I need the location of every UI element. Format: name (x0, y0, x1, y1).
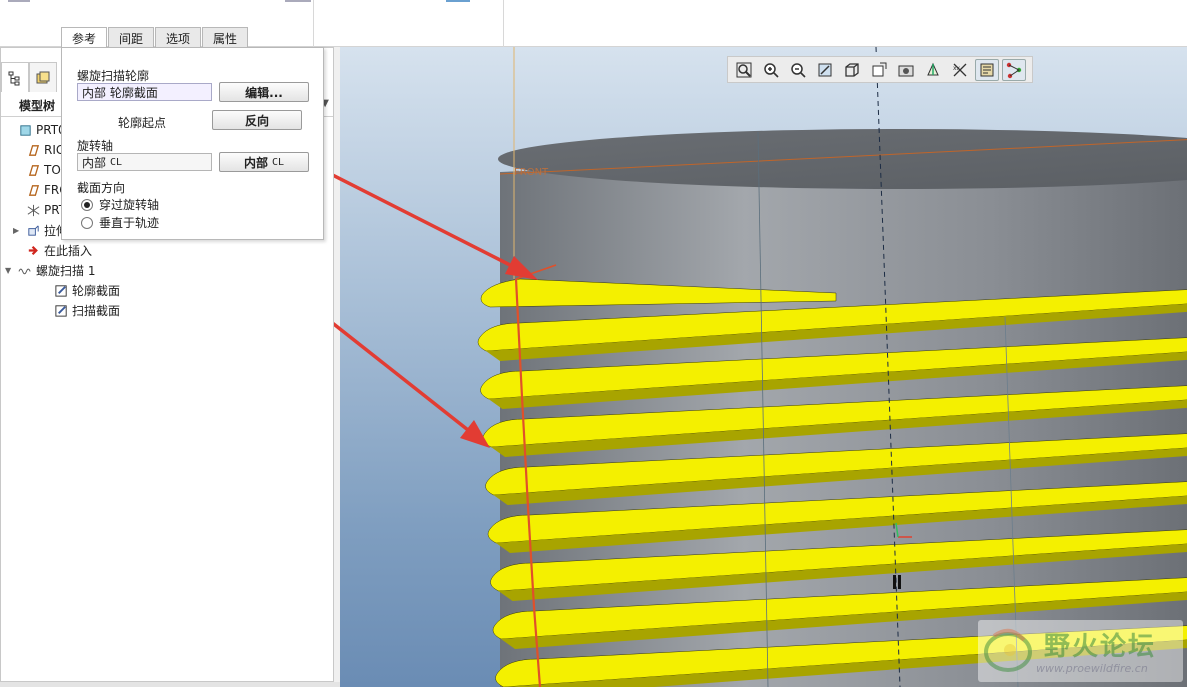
tree-item[interactable]: TOI (13, 160, 64, 180)
tree-item[interactable]: 在此插入 (13, 240, 92, 260)
saved-views-button[interactable] (867, 59, 891, 81)
radio-through-axis-label: 穿过旋转轴 (99, 198, 160, 212)
internal-axis-button-label: 内部 (243, 155, 268, 170)
ribbon-separator (503, 0, 504, 47)
graphics-viewport[interactable]: FRONT (340, 47, 1187, 687)
zoom-out-button[interactable] (786, 59, 810, 81)
spin-center-button[interactable] (1002, 58, 1026, 81)
datum-plane-icon (25, 162, 41, 178)
tree-item[interactable]: ▶ 拉伸 (13, 220, 68, 240)
axis-tag-mark (893, 575, 896, 589)
refit-icon (736, 62, 752, 77)
annotation-display-icon (980, 63, 994, 76)
view-manager-icon (898, 65, 914, 76)
tab-properties[interactable]: 属性 (202, 27, 249, 48)
refit-button[interactable] (732, 59, 756, 81)
ribbon-stub (8, 0, 30, 2)
view-toolbar: xx (727, 56, 1033, 83)
tab-model-tree[interactable] (1, 62, 29, 92)
csys-icon (25, 202, 41, 218)
axis-label: 旋转轴 (77, 139, 114, 153)
tree-item[interactable]: RIG (13, 140, 65, 160)
perspective-button[interactable] (921, 59, 945, 81)
radio-button[interactable] (81, 216, 93, 229)
datum-display-icon: xx (953, 63, 967, 76)
display-style-button[interactable] (840, 59, 864, 81)
ribbon-separator (313, 0, 314, 47)
internal-axis-button-code: CL (271, 156, 285, 168)
model-tree-title: 模型树 (19, 99, 56, 113)
extrude-icon (25, 222, 41, 238)
view-manager-button[interactable] (894, 59, 918, 81)
helical-sweep-icon (17, 262, 33, 278)
status-bar (0, 682, 340, 687)
ribbon-stub (446, 0, 470, 2)
dashboard-tabs: 参考 间距 选项 属性 (61, 27, 249, 49)
tab-references[interactable]: 参考 (61, 27, 108, 49)
axis-tag-mark (898, 575, 901, 589)
ribbon-stub (285, 0, 311, 2)
edit-button[interactable]: 编辑... (219, 82, 309, 102)
profile-label: 螺旋扫描轮廓 (77, 69, 150, 83)
saved-views-icon (872, 62, 887, 76)
tree-icon (8, 71, 20, 85)
internal-axis-button[interactable]: 内部 CL (219, 152, 309, 172)
tree-item-label: 扫描截面 (72, 303, 121, 318)
datum-plane-icon (25, 182, 41, 198)
tree-item[interactable]: 轮廓截面 (41, 280, 120, 300)
watermark-logo-icon (984, 628, 1032, 672)
datum-display-button[interactable]: xx (948, 59, 972, 81)
radio-normal-to-trajectory-label: 垂直于轨迹 (99, 216, 160, 230)
tree-item[interactable]: PRT (13, 200, 66, 220)
tab-pitch[interactable]: 间距 (108, 27, 155, 48)
part-icon (17, 122, 33, 138)
front-plane-label: FRONT (514, 167, 549, 178)
tree-item-label: 轮廓截面 (72, 283, 121, 298)
spin-center-icon (1006, 62, 1022, 78)
profile-collector[interactable]: 内部 轮廓截面 (77, 83, 212, 101)
zoom-out-icon (791, 62, 806, 78)
radio-selected-dot (84, 201, 90, 208)
tab-options[interactable]: 选项 (155, 27, 202, 48)
zoom-in-icon (764, 62, 779, 78)
datum-plane-icon (25, 142, 41, 158)
axis-value: 内部 (82, 155, 107, 170)
repaint-icon (818, 63, 832, 76)
expand-arrow-icon[interactable]: ▼ (5, 266, 15, 275)
sketch-icon (53, 282, 69, 298)
references-panel: 螺旋扫描轮廓 内部 轮廓截面 编辑... 轮廓起点 反向 旋转轴 内部 CL 内部… (61, 47, 324, 240)
forum-watermark: 野火论坛 www.proewildfire.cn (978, 620, 1183, 682)
sketch-icon (53, 302, 69, 318)
start-point-label: 轮廓起点 (118, 116, 167, 130)
profile-value: 内部 轮廓截面 (82, 85, 158, 100)
watermark-url: www.proewildfire.cn (1036, 662, 1148, 675)
radio-normal-to-trajectory[interactable]: 垂直于轨迹 (81, 214, 159, 231)
tree-item[interactable]: ▼ 螺旋扫描 1 (5, 260, 95, 280)
tab-folder-browser[interactable] (29, 62, 57, 92)
folder-icon (36, 71, 50, 83)
perspective-icon (927, 62, 939, 75)
helical-sweep-model[interactable]: FRONT (340, 47, 1187, 687)
axis-collector[interactable]: 内部 CL (77, 153, 212, 171)
svg-text:xx: xx (953, 65, 961, 72)
reverse-button[interactable]: 反向 (212, 110, 302, 130)
repaint-button[interactable] (813, 59, 837, 81)
annotation-display-button[interactable] (975, 58, 999, 81)
display-style-icon (845, 62, 859, 77)
section-direction-label: 截面方向 (77, 181, 126, 195)
radio-through-axis[interactable]: 穿过旋转轴 (81, 196, 159, 213)
tree-item[interactable]: 扫描截面 (41, 300, 120, 320)
expand-arrow-icon[interactable]: ▶ (13, 226, 23, 235)
tree-item-label: 螺旋扫描 1 (36, 263, 96, 278)
axis-value-code: CL (110, 156, 123, 168)
radio-button[interactable] (81, 198, 93, 211)
zoom-in-button[interactable] (759, 59, 783, 81)
watermark-title: 野火论坛 (1044, 632, 1157, 662)
insert-here-icon (25, 242, 41, 258)
tree-item-label: 在此插入 (44, 243, 93, 258)
